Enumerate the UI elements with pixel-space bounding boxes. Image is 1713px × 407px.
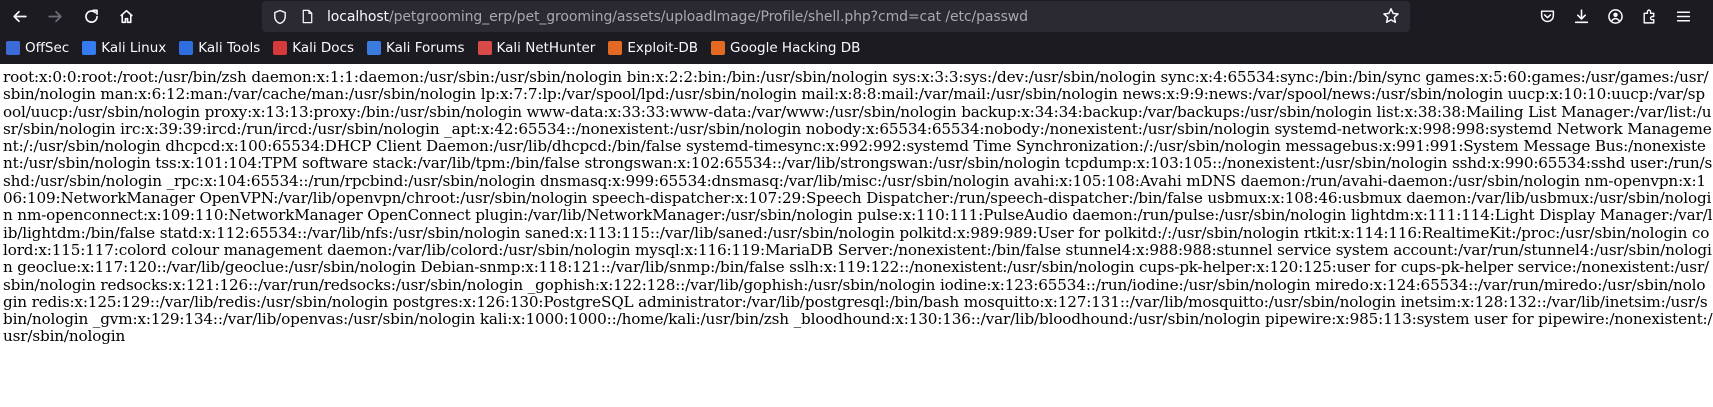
command-output: root:x:0:0:root:/root:/usr/bin/zsh daemo… (3, 68, 1713, 346)
bookmark-label: Kali Docs (292, 40, 355, 56)
shield-icon[interactable] (271, 8, 289, 26)
download-icon[interactable] (1564, 0, 1598, 32)
bookmark-label: OffSec (25, 40, 70, 56)
bookmark-star-icon[interactable] (1382, 7, 1400, 25)
ghdb-icon (711, 41, 726, 55)
bookmark-item[interactable]: Google Hacking DB (711, 40, 860, 56)
bookmark-label: Kali Tools (198, 40, 261, 56)
bookmark-item[interactable]: OffSec (6, 40, 69, 56)
browser-chrome: localhost/petgrooming_erp/pet_grooming/a… (0, 0, 1713, 64)
nethunter-icon (477, 41, 492, 55)
bookmark-label: Kali Linux (101, 40, 167, 56)
page-content: root:x:0:0:root:/root:/usr/bin/zsh daemo… (0, 64, 1713, 346)
extensions-icon[interactable] (1632, 0, 1666, 32)
bookmark-item[interactable]: Kali NetHunter (477, 40, 596, 56)
offsec-icon (6, 41, 20, 55)
kali-docs-icon (273, 41, 288, 55)
kali-forums-icon (367, 41, 382, 55)
back-arrow-icon[interactable] (3, 0, 35, 32)
url-host: localhost (327, 8, 389, 25)
bookmark-item[interactable]: Kali Forums (367, 40, 465, 56)
url-bar[interactable]: localhost/petgrooming_erp/pet_grooming/a… (262, 1, 1410, 32)
url-path: /petgrooming_erp/pet_grooming/assets/upl… (388, 8, 1028, 25)
bookmark-label: Exploit-DB (627, 40, 699, 56)
bookmarks-toolbar: OffSec Kali Linux Kali Tools Kali Docs Kali … (0, 32, 1713, 64)
menu-icon[interactable] (1666, 0, 1700, 32)
page-icon[interactable] (299, 8, 316, 25)
bookmark-label: Kali Forums (386, 40, 465, 56)
toolbar-right (1530, 0, 1700, 32)
bookmark-item[interactable]: Kali Linux (82, 40, 166, 56)
bookmark-item[interactable]: Kali Docs (273, 40, 354, 56)
navigation-toolbar: localhost/petgrooming_erp/pet_grooming/a… (0, 0, 1713, 32)
kali-tools-icon (179, 41, 194, 55)
kali-dragon-icon (82, 41, 97, 55)
bookmark-label: Google Hacking DB (730, 40, 861, 56)
account-icon[interactable] (1598, 0, 1632, 32)
url-text[interactable]: localhost/petgrooming_erp/pet_grooming/a… (327, 9, 1028, 25)
bookmark-label: Kali NetHunter (496, 40, 596, 56)
home-icon[interactable] (110, 0, 142, 32)
forward-arrow-icon[interactable] (39, 0, 71, 32)
reload-icon[interactable] (75, 0, 107, 32)
bookmark-item[interactable]: Kali Tools (179, 40, 260, 56)
bookmark-item[interactable]: Exploit-DB (608, 40, 698, 56)
exploit-db-icon (608, 41, 623, 55)
pocket-icon[interactable] (1530, 0, 1564, 32)
